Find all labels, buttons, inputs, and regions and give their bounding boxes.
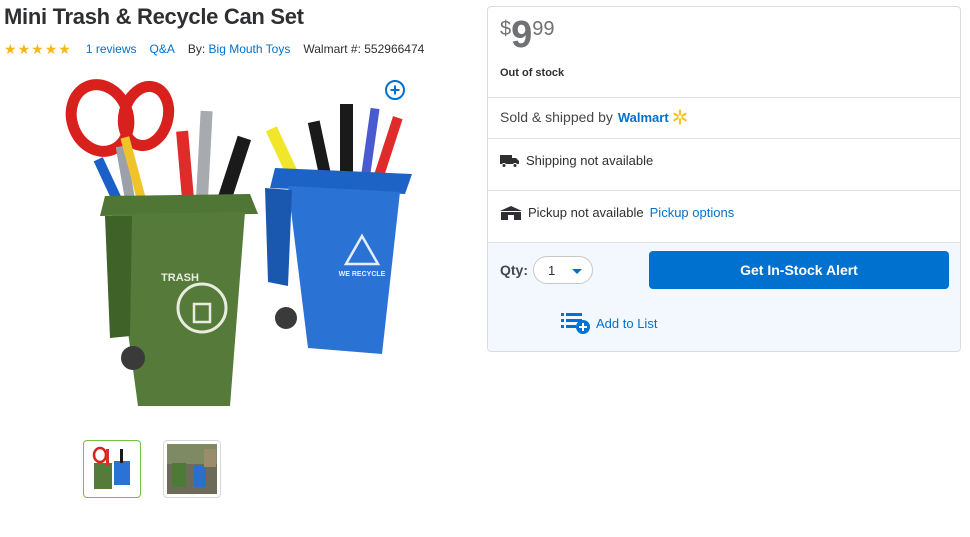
product-image[interactable]: TRASH WE RECYCLE bbox=[60, 76, 420, 416]
product-title: Mini Trash & Recycle Can Set bbox=[4, 4, 304, 29]
add-to-list-icon bbox=[561, 313, 590, 334]
sold-by-label: Sold & shipped by bbox=[500, 109, 613, 125]
star-rating[interactable]: ★ ★ ★ ★ ★ bbox=[4, 42, 72, 56]
reviews-link[interactable]: 1 reviews bbox=[86, 42, 137, 56]
product-meta: ★ ★ ★ ★ ★ 1 reviews Q&A By: Big Mouth To… bbox=[4, 41, 424, 57]
in-stock-alert-button[interactable]: Get In-Stock Alert bbox=[649, 251, 949, 289]
star-icon: ★ bbox=[31, 41, 44, 57]
qa-link[interactable]: Q&A bbox=[150, 42, 175, 56]
purchase-section: Qty: 1 Get In-Stock Alert Add to List bbox=[488, 242, 960, 351]
star-icon: ★ bbox=[4, 41, 17, 57]
trash-label-text: TRASH bbox=[161, 272, 199, 284]
star-icon: ★ bbox=[44, 41, 58, 57]
pickup-section: Pickup not available Pickup options bbox=[488, 190, 960, 242]
price-currency: $ bbox=[500, 18, 512, 40]
zoom-plus-icon[interactable] bbox=[384, 79, 406, 101]
truck-icon bbox=[500, 154, 519, 168]
seller-section: Sold & shipped by Walmart bbox=[488, 97, 960, 139]
pickup-status: Pickup not available bbox=[528, 205, 644, 220]
brand-prefix: By: bbox=[187, 42, 206, 56]
qty-label: Qty: bbox=[500, 262, 528, 278]
add-to-list-button[interactable]: Add to List bbox=[561, 311, 657, 335]
shipping-status: Shipping not available bbox=[526, 153, 654, 168]
recycle-label-text: WE RECYCLE bbox=[339, 271, 386, 278]
caret-down-icon bbox=[572, 269, 582, 274]
buy-box: $ 9 99 Out of stock Sold & shipped by Wa… bbox=[487, 6, 961, 352]
qty-value: 1 bbox=[548, 263, 556, 278]
pickup-options-link[interactable]: Pickup options bbox=[650, 205, 735, 220]
recycle-can-graphic: WE RECYCLE bbox=[265, 168, 412, 354]
thumbnail-2-image bbox=[167, 444, 217, 494]
trash-can-graphic: TRASH bbox=[100, 194, 258, 406]
thumbnail-1-image bbox=[92, 446, 130, 489]
price-whole: 9 bbox=[511, 14, 533, 56]
walmart-spark-icon bbox=[672, 109, 687, 125]
brand-link[interactable]: Big Mouth Toys bbox=[209, 42, 291, 56]
star-icon: ★ bbox=[58, 41, 71, 57]
item-number: Walmart #: 552966474 bbox=[303, 42, 425, 56]
price: $ 9 99 bbox=[500, 15, 555, 55]
quantity-select[interactable]: 1 bbox=[533, 256, 593, 284]
thumbnail-1[interactable] bbox=[83, 440, 141, 498]
stock-status: Out of stock bbox=[500, 67, 565, 79]
price-section: $ 9 99 Out of stock bbox=[488, 7, 960, 98]
add-to-list-label: Add to List bbox=[596, 315, 658, 331]
thumbnail-2[interactable] bbox=[163, 440, 221, 498]
seller-name[interactable]: Walmart bbox=[618, 110, 669, 125]
scissors-graphic bbox=[65, 79, 175, 202]
star-icon: ★ bbox=[17, 41, 31, 57]
price-fraction: 99 bbox=[532, 18, 555, 40]
shipping-section: Shipping not available bbox=[488, 138, 960, 191]
store-icon bbox=[500, 205, 522, 220]
